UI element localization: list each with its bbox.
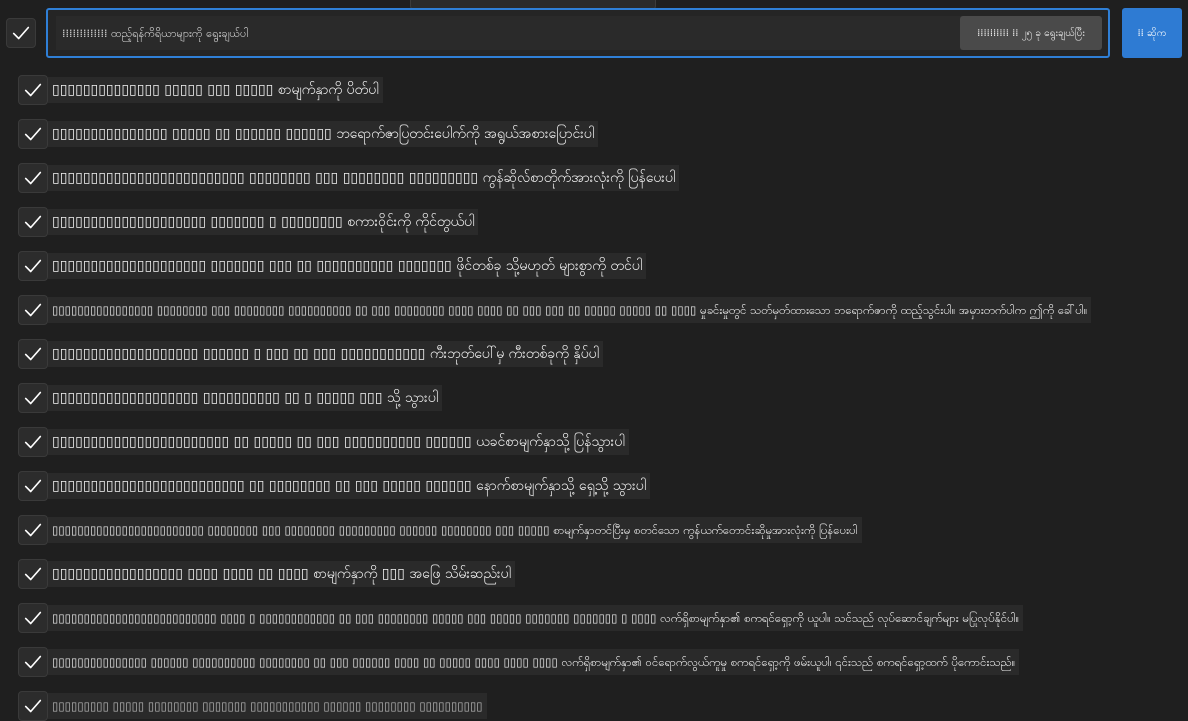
- check-icon: [24, 127, 42, 141]
- search-box: ⁞⁞⁞⁞⁞⁞⁞⁞⁞⁞ ⁞⁞ ၂၅ ခု ရွေးချယ်ပြီး: [46, 8, 1110, 58]
- tool-checkbox[interactable]: [18, 515, 48, 545]
- check-icon: [24, 611, 42, 625]
- check-icon: [24, 215, 42, 229]
- check-icon: [24, 303, 42, 317]
- tool-checkbox[interactable]: [18, 207, 48, 237]
- tool-checkbox[interactable]: [18, 603, 48, 633]
- tool-label: ▯▯▯▯▯▯▯▯▯▯▯▯▯▯ ▯▯▯▯▯ ▯▯▯ ▯▯▯▯▯ စာမျက်နှာ…: [48, 77, 383, 103]
- tool-label: ▯▯▯▯▯▯▯▯▯▯▯▯▯▯▯▯▯ ▯▯▯▯ ▯▯▯▯ ▯▯ ▯▯▯▯ စာမျ…: [48, 561, 515, 587]
- tool-search-input[interactable]: [56, 16, 968, 50]
- tool-label: ▯▯▯▯▯▯▯▯▯▯▯▯▯▯▯ ▯▯▯▯▯ ▯▯ ▯▯▯▯▯▯ ▯▯▯▯▯▯ ဘ…: [48, 121, 599, 147]
- tool-list-item[interactable]: ▯▯▯▯▯▯▯▯▯▯▯▯▯▯▯▯▯▯▯ ▯▯▯▯▯▯ ▯ ▯▯▯ ▯▯ ▯▯▯ …: [0, 332, 1188, 376]
- tool-label: ▯▯▯▯▯▯▯▯▯▯▯▯▯▯▯▯▯▯▯ ▯▯▯▯▯▯ ▯ ▯▯▯ ▯▯ ▯▯▯ …: [48, 341, 603, 367]
- tool-checkbox[interactable]: [18, 559, 48, 589]
- tool-list-item[interactable]: ▯▯▯▯▯▯▯▯▯▯▯▯▯▯▯▯▯▯▯▯ ▯▯▯▯▯▯▯ ▯ ▯▯▯▯▯▯▯▯ …: [0, 200, 1188, 244]
- tool-list-item[interactable]: ▯▯▯▯▯▯▯▯▯▯▯▯▯▯▯▯ ▯▯▯▯▯▯▯▯ ▯▯▯ ▯▯▯▯▯▯▯▯ ▯…: [0, 288, 1188, 332]
- quick-pick-header: ⁞⁞⁞⁞⁞⁞⁞⁞⁞⁞ ⁞⁞ ၂၅ ခု ရွေးချယ်ပြီး ⁞⁞ ဆိုက: [0, 0, 1188, 66]
- tool-list-item[interactable]: ▯▯▯▯▯▯▯▯▯▯▯▯▯▯▯▯▯ ▯▯▯▯ ▯▯▯▯ ▯▯ ▯▯▯▯ စာမျ…: [0, 552, 1188, 596]
- tool-label: ▯▯▯▯▯▯▯▯▯▯▯▯▯▯▯▯ ▯▯▯▯▯▯▯▯ ▯▯▯ ▯▯▯▯▯▯▯▯ ▯…: [48, 297, 1092, 323]
- check-icon: [24, 655, 42, 669]
- tool-label: ▯▯▯▯▯▯▯▯▯▯▯▯▯▯▯▯▯▯▯▯ ▯▯▯▯▯▯▯ ▯▯▯ ▯▯ ▯▯▯▯…: [48, 253, 647, 279]
- tool-checkbox[interactable]: [18, 647, 48, 677]
- check-icon: [24, 479, 42, 493]
- tool-label: ▯▯▯▯▯▯▯▯▯▯▯▯▯▯▯▯▯▯▯▯▯▯▯▯▯ ▯▯ ▯▯▯▯▯▯▯▯ ▯▯…: [48, 473, 651, 499]
- tool-list-item[interactable]: ▯▯▯▯▯▯▯▯▯▯▯▯▯▯▯ ▯▯▯▯▯▯ ▯▯▯▯▯▯▯▯▯▯ ▯▯▯▯▯▯…: [0, 640, 1188, 684]
- select-all-checkbox[interactable]: [6, 18, 36, 48]
- check-icon: [24, 567, 42, 581]
- tool-label: ▯▯▯▯▯▯▯▯▯▯▯▯▯▯▯▯▯▯▯ ▯▯▯▯▯▯▯▯▯▯ ▯▯ ▯ ▯▯▯▯…: [48, 385, 443, 411]
- tool-list-item[interactable]: ▯▯▯▯▯▯▯▯▯ ▯▯▯▯▯ ▯▯▯▯▯▯▯▯ ▯▯▯▯▯▯▯ ▯▯▯▯▯▯▯…: [0, 684, 1188, 721]
- check-icon: [24, 699, 42, 713]
- tool-list-item[interactable]: ▯▯▯▯▯▯▯▯▯▯▯▯▯▯▯▯▯▯▯▯▯▯▯ ▯▯ ▯▯▯▯▯ ▯▯ ▯▯▯ …: [0, 420, 1188, 464]
- tool-label: ▯▯▯▯▯▯▯▯▯▯▯▯▯▯▯▯▯▯▯▯▯▯▯▯▯▯ ▯▯▯▯ ▯ ▯▯▯▯▯▯…: [48, 605, 1024, 631]
- tool-checkbox[interactable]: [18, 295, 48, 325]
- tool-list-item[interactable]: ▯▯▯▯▯▯▯▯▯▯▯▯▯▯ ▯▯▯▯▯ ▯▯▯ ▯▯▯▯▯ စာမျက်နှာ…: [0, 68, 1188, 112]
- tool-list-item[interactable]: ▯▯▯▯▯▯▯▯▯▯▯▯▯▯▯▯▯▯▯ ▯▯▯▯▯▯▯▯▯▯ ▯▯ ▯ ▯▯▯▯…: [0, 376, 1188, 420]
- selected-count-badge: ⁞⁞⁞⁞⁞⁞⁞⁞⁞⁞ ⁞⁞ ၂၅ ခု ရွေးချယ်ပြီး: [960, 16, 1102, 50]
- tool-checkbox[interactable]: [18, 339, 48, 369]
- tool-checkbox[interactable]: [18, 471, 48, 501]
- tool-list-item[interactable]: ▯▯▯▯▯▯▯▯▯▯▯▯▯▯▯▯▯▯▯▯▯▯▯▯▯ ▯▯ ▯▯▯▯▯▯▯▯ ▯▯…: [0, 464, 1188, 508]
- check-icon: [24, 171, 42, 185]
- tool-list-item[interactable]: ▯▯▯▯▯▯▯▯▯▯▯▯▯▯▯ ▯▯▯▯▯ ▯▯ ▯▯▯▯▯▯ ▯▯▯▯▯▯ ဘ…: [0, 112, 1188, 156]
- check-icon: [24, 259, 42, 273]
- tool-label: ▯▯▯▯▯▯▯▯▯▯▯▯▯▯▯ ▯▯▯▯▯▯ ▯▯▯▯▯▯▯▯▯▯ ▯▯▯▯▯▯…: [48, 649, 1020, 675]
- check-icon: [24, 347, 42, 361]
- check-icon: [24, 83, 42, 97]
- tool-label: ▯▯▯▯▯▯▯▯▯▯▯▯▯▯▯▯▯▯▯▯▯▯▯▯▯ ▯▯▯▯▯▯▯▯ ▯▯▯ ▯…: [48, 165, 680, 191]
- tool-label: ▯▯▯▯▯▯▯▯▯▯▯▯▯▯▯▯▯▯▯▯▯▯▯▯ ▯▯▯▯▯▯▯▯ ▯▯▯ ▯▯…: [48, 517, 862, 543]
- tool-checkbox[interactable]: [18, 163, 48, 193]
- tool-checkbox[interactable]: [18, 383, 48, 413]
- check-icon: [24, 391, 42, 405]
- check-icon: [24, 523, 42, 537]
- tool-checkbox[interactable]: [18, 119, 48, 149]
- tool-checkbox[interactable]: [18, 251, 48, 281]
- tool-list-item[interactable]: ▯▯▯▯▯▯▯▯▯▯▯▯▯▯▯▯▯▯▯▯ ▯▯▯▯▯▯▯ ▯▯▯ ▯▯ ▯▯▯▯…: [0, 244, 1188, 288]
- tool-list-item[interactable]: ▯▯▯▯▯▯▯▯▯▯▯▯▯▯▯▯▯▯▯▯▯▯▯▯ ▯▯▯▯▯▯▯▯ ▯▯▯ ▯▯…: [0, 508, 1188, 552]
- tool-checkbox[interactable]: [18, 427, 48, 457]
- tool-checkbox[interactable]: [18, 75, 48, 105]
- tool-label: ▯▯▯▯▯▯▯▯▯ ▯▯▯▯▯ ▯▯▯▯▯▯▯▯ ▯▯▯▯▯▯▯ ▯▯▯▯▯▯▯…: [48, 693, 487, 719]
- check-icon: [12, 26, 30, 40]
- tool-list-item[interactable]: ▯▯▯▯▯▯▯▯▯▯▯▯▯▯▯▯▯▯▯▯▯▯▯▯▯ ▯▯▯▯▯▯▯▯ ▯▯▯ ▯…: [0, 156, 1188, 200]
- tool-list-item[interactable]: ▯▯▯▯▯▯▯▯▯▯▯▯▯▯▯▯▯▯▯▯▯▯▯▯▯▯ ▯▯▯▯ ▯ ▯▯▯▯▯▯…: [0, 596, 1188, 640]
- check-icon: [24, 435, 42, 449]
- tool-label: ▯▯▯▯▯▯▯▯▯▯▯▯▯▯▯▯▯▯▯▯ ▯▯▯▯▯▯▯ ▯ ▯▯▯▯▯▯▯▯ …: [48, 209, 479, 235]
- tool-label: ▯▯▯▯▯▯▯▯▯▯▯▯▯▯▯▯▯▯▯▯▯▯▯ ▯▯ ▯▯▯▯▯ ▯▯ ▯▯▯ …: [48, 429, 629, 455]
- tool-checkbox[interactable]: [18, 691, 48, 721]
- ok-button[interactable]: ⁞⁞ ဆိုက: [1122, 8, 1182, 58]
